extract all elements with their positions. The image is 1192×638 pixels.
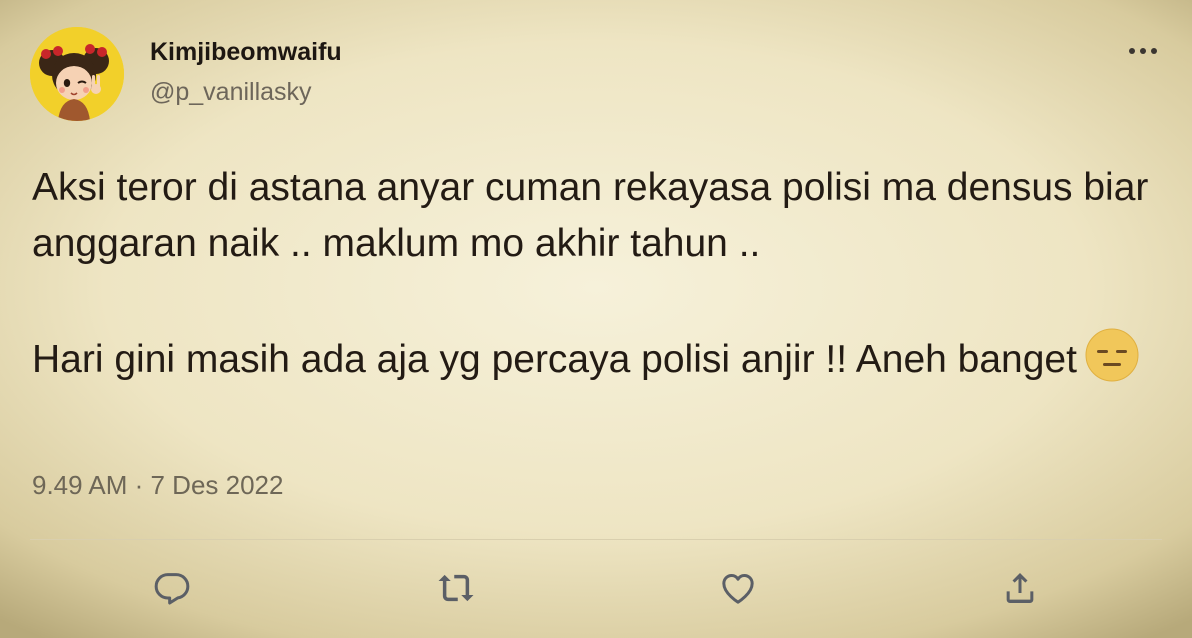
like-button[interactable] xyxy=(716,566,760,610)
retweet-button[interactable] xyxy=(434,566,478,610)
tweet-paragraph-1: Aksi teror di astana anyar cuman rekayas… xyxy=(32,166,1149,265)
retweet-icon xyxy=(438,574,474,602)
share-button[interactable] xyxy=(998,566,1042,610)
tweet-timestamp[interactable]: 9.49 AM · 7 Des 2022 xyxy=(32,470,283,501)
avatar[interactable] xyxy=(30,27,124,121)
display-name[interactable]: Kimjibeomwaifu xyxy=(150,38,342,67)
share-icon xyxy=(1006,573,1034,603)
tweet-paragraph-2: Hari gini masih ada aja yg percaya polis… xyxy=(32,328,1172,398)
tweet-paragraph-2-text: Hari gini masih ada aja yg percaya polis… xyxy=(32,338,1077,381)
divider xyxy=(30,539,1162,540)
avatar-image xyxy=(30,27,124,121)
user-handle[interactable]: @p_vanillasky xyxy=(150,78,312,107)
tweet-text: Aksi teror di astana anyar cuman rekayas… xyxy=(32,160,1172,398)
tweet-card: Kimjibeomwaifu @p_vanillasky Aksi teror … xyxy=(0,0,1192,638)
reply-button[interactable] xyxy=(150,566,194,610)
more-icon xyxy=(1129,48,1157,54)
reply-icon xyxy=(154,573,190,605)
expressionless-face-icon xyxy=(1085,328,1139,398)
more-options-button[interactable] xyxy=(1120,36,1166,66)
heart-icon xyxy=(722,574,754,604)
